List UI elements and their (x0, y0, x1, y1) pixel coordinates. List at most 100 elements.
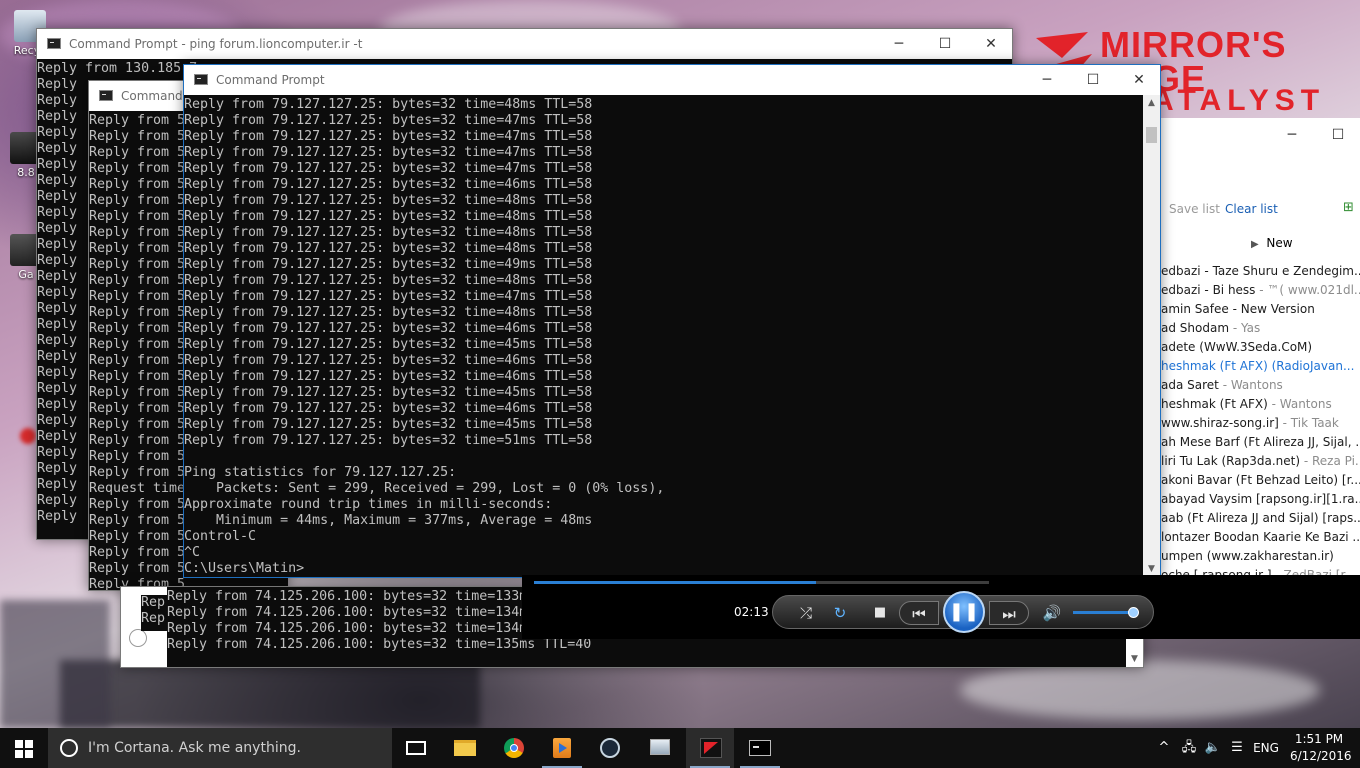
console-line: Reply from 74.125.206.100: bytes=32 time… (167, 637, 592, 652)
track-artist: - Wantons (1267, 397, 1332, 411)
clock-icon (129, 629, 147, 647)
cmd-window-front[interactable]: Command Prompt ─ ☐ ✕ Reply from 79.127.1… (183, 64, 1161, 578)
taskbar-file-explorer[interactable] (440, 728, 488, 768)
system-clock[interactable]: 1:51 PM 6/12/2016 (1290, 731, 1352, 765)
action-center-icon[interactable]: ☰ (1226, 728, 1248, 768)
console-line: Reply from 79.127.127.25: bytes=32 time=… (184, 305, 593, 320)
scroll-down-arrow[interactable]: ▼ (1126, 651, 1143, 667)
clock-date: 6/12/2016 (1290, 749, 1352, 763)
console-line: Rep (141, 595, 166, 610)
window-title: Command (121, 89, 183, 103)
minimize-button[interactable]: ─ (876, 29, 922, 59)
playlist-toolbar: Save list Clear list ⊞ (1161, 198, 1360, 220)
playlist-item[interactable]: adete (WwW.3Seda.CoM) (1161, 338, 1360, 357)
track-title: edbazi - Bi hess (1161, 283, 1256, 297)
track-artist: - Wantons (1218, 378, 1283, 392)
show-hidden-icons[interactable]: ^ (1154, 728, 1174, 768)
taskbar-mirrors-edge[interactable] (686, 728, 734, 768)
repeat-icon[interactable]: ↻ (827, 601, 853, 625)
taskbar-command-prompt[interactable] (736, 728, 784, 768)
playlist-item[interactable]: lontazer Boodan Kaarie Ke Bazi ... (1161, 528, 1360, 547)
taskbar-steam[interactable] (586, 728, 634, 768)
playlist-item[interactable]: umpen (www.zakharestan.ir) (1161, 547, 1360, 566)
console-line: Reply from 79.127.127.25: bytes=32 time=… (184, 385, 593, 400)
mirrors-edge-icon (700, 738, 722, 758)
playlist-item[interactable]: aab (Ft Alireza JJ and Sijal) [raps... (1161, 509, 1360, 528)
taskbar-network-app[interactable] (636, 728, 684, 768)
volume-icon[interactable]: 🔊 (1039, 601, 1065, 625)
console-line: Reply from 79.127.127.25: bytes=32 time=… (184, 209, 593, 224)
stop-button[interactable]: ■ (867, 601, 893, 625)
speaker-icon[interactable]: 🔈 (1202, 728, 1224, 768)
track-title: adete (WwW.3Seda.CoM) (1161, 340, 1313, 354)
playlist-options-icon[interactable]: ⊞ (1343, 200, 1354, 215)
previous-button[interactable]: ⏮ (899, 601, 939, 625)
console-line: Packets: Sent = 299, Received = 299, Los… (184, 481, 665, 496)
track-title: akoni Bavar (Ft Behzad Leito) [r... (1161, 473, 1360, 487)
playlist-item[interactable]: edbazi - Taze Shuru e Zendegim... (1161, 262, 1360, 281)
playlist-item[interactable]: www.shiraz-song.ir] - Tik Taak (1161, 414, 1360, 433)
pause-button[interactable]: ❚❚ (943, 591, 985, 633)
playlist-item[interactable]: heshmak (Ft AFX) - Wantons (1161, 395, 1360, 414)
play-small-icon: ▶ (1251, 239, 1259, 250)
player-maximize-button[interactable]: ☐ (1315, 120, 1360, 150)
console-line: Ping statistics for 79.127.127.25: (184, 465, 457, 480)
cmd-icon (99, 90, 113, 101)
console-output[interactable]: Reply from 79.127.127.25: bytes=32 time=… (184, 97, 1143, 577)
task-view-button[interactable] (392, 728, 440, 768)
new-playlist-item[interactable]: ▶ New (1251, 236, 1293, 250)
playlist-item[interactable]: edbazi - Bi hess - ™( www.021dl.... (1161, 281, 1360, 300)
scroll-up-arrow[interactable]: ▲ (1143, 95, 1160, 112)
window-title: Command Prompt (216, 73, 325, 87)
close-button[interactable]: ✕ (968, 29, 1012, 59)
playlist-item[interactable]: akoni Bavar (Ft Behzad Leito) [r... (1161, 471, 1360, 490)
titlebar[interactable]: Command Prompt - ping forum.lioncomputer… (37, 29, 1012, 59)
playlist-item[interactable]: liri Tu Lak (Rap3da.net) - Reza Pi... (1161, 452, 1360, 471)
folder-icon (454, 740, 476, 756)
close-button[interactable]: ✕ (1116, 65, 1160, 95)
start-button[interactable] (0, 728, 48, 768)
volume-knob[interactable] (1127, 607, 1139, 618)
scrollbar-thumb[interactable] (1146, 127, 1157, 143)
maximize-button[interactable]: ☐ (1070, 65, 1116, 95)
minimize-button[interactable]: ─ (1024, 65, 1070, 95)
playlist-item[interactable]: amin Safee - New Version (1161, 300, 1360, 319)
console-line: Approximate round trip times in milli-se… (184, 497, 553, 512)
playlist-item[interactable]: ad Shodam - Yas (1161, 319, 1360, 338)
titlebar[interactable]: Command Prompt ─ ☐ ✕ (184, 65, 1160, 95)
input-language[interactable]: ENG (1250, 728, 1282, 768)
media-player-icon (553, 738, 571, 758)
console-line: Reply from 79.127.127.25: bytes=32 time=… (184, 369, 593, 384)
cortana-icon (60, 739, 78, 757)
shuffle-icon[interactable]: ⤮ (793, 601, 819, 625)
console-line: Reply from 79.127.127.25: bytes=32 time=… (184, 417, 593, 432)
player-minimize-button[interactable]: ─ (1269, 120, 1315, 150)
track-artist: - Tik Taak (1278, 416, 1339, 430)
clear-list-button[interactable]: Clear list (1225, 202, 1278, 216)
media-player-controls: 02:13 ⤮ ↻ ■ ⏮ ❚❚ ⏭ 🔊 (522, 575, 1360, 639)
track-title: lontazer Boodan Kaarie Ke Bazi ... (1161, 530, 1360, 544)
console-line: Reply from 79.127.127.25: bytes=32 time=… (184, 289, 593, 304)
playlist-item[interactable]: ah Mese Barf (Ft Alireza JJ, Sijal, ... (1161, 433, 1360, 452)
maximize-button[interactable]: ☐ (922, 29, 968, 59)
volume-slider[interactable] (1073, 607, 1139, 618)
next-button[interactable]: ⏭ (989, 601, 1029, 625)
cortana-placeholder: I'm Cortana. Ask me anything. (88, 740, 301, 756)
console-line: Reply from 79.127.127.25: bytes=32 time=… (184, 401, 593, 416)
playlist-item[interactable]: heshmak (Ft AFX) (RadioJavan... (1161, 357, 1360, 376)
track-title: heshmak (Ft AFX) (RadioJavan... (1161, 359, 1355, 373)
save-list-button[interactable]: Save list (1169, 202, 1220, 216)
playlist-item[interactable]: abayad Vaysim [rapsong.ir][1.ra... (1161, 490, 1360, 509)
scrollbar[interactable]: ▲ ▼ (1143, 95, 1160, 577)
network-computers-icon (650, 739, 670, 755)
playlist-item[interactable]: ada Saret - Wantons (1161, 376, 1360, 395)
cortana-search-box[interactable]: I'm Cortana. Ask me anything. (48, 728, 392, 768)
seek-bar[interactable] (534, 581, 989, 584)
console-line: Minimum = 44ms, Maximum = 377ms, Average… (184, 513, 593, 528)
taskbar-media-player[interactable] (538, 728, 586, 768)
taskbar-chrome[interactable] (490, 728, 538, 768)
network-icon[interactable]: 🖧 (1178, 728, 1200, 768)
console-line: Reply from 79.127.127.25: bytes=32 time=… (184, 321, 593, 336)
console-line: Reply from 79.127.127.25: bytes=32 time=… (184, 353, 593, 368)
